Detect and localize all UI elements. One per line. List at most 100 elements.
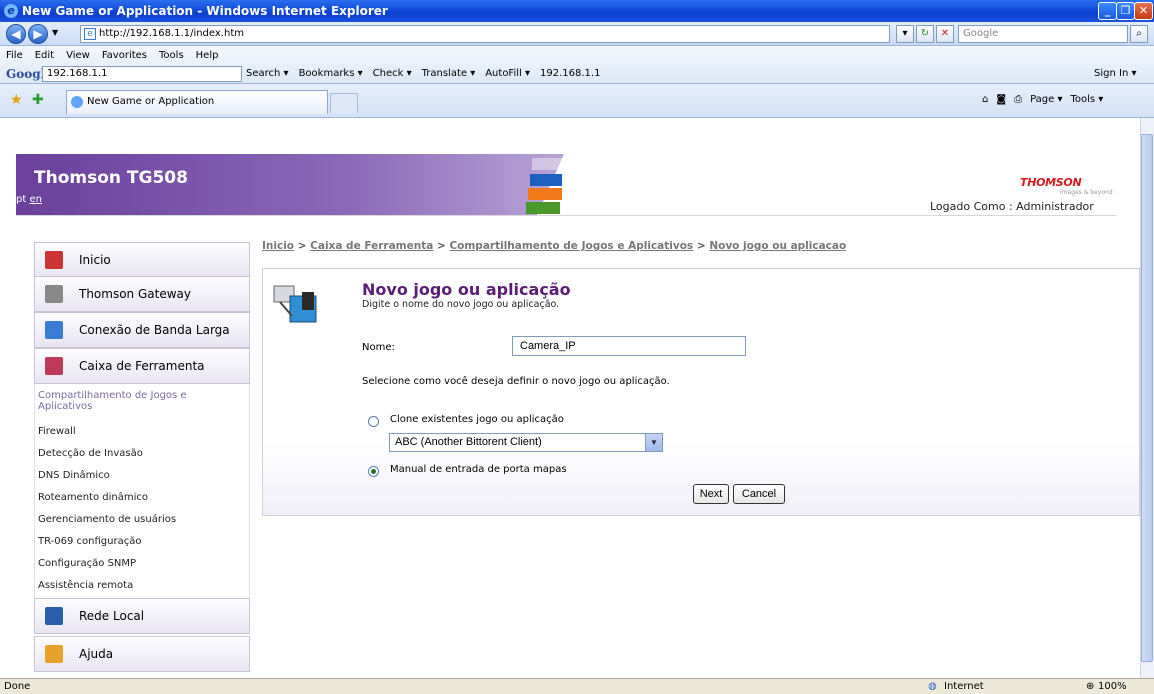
define-question: Selecione como você deseja definir o nov…	[362, 376, 670, 387]
home-icon[interactable]: ⌂	[982, 94, 988, 105]
forward-button[interactable]: ▶	[28, 24, 48, 44]
sidebar-item-rede-local[interactable]: Rede Local	[34, 598, 250, 634]
menu-favorites[interactable]: Favorites	[102, 50, 147, 61]
ie-logo-icon: e	[4, 4, 18, 18]
breadcrumb-sharing[interactable]: Compartilhamento de Jogos e Aplicativos	[449, 240, 693, 252]
ie-page-icon	[71, 96, 83, 108]
google-translate-button[interactable]: Translate ▾	[422, 68, 476, 79]
close-button[interactable]: ✕	[1134, 2, 1153, 20]
menu-edit[interactable]: Edit	[35, 50, 54, 61]
zoom-icon: ⊕	[1086, 681, 1095, 692]
gateway-icon	[45, 285, 63, 303]
lang-en-link[interactable]: en	[29, 194, 42, 205]
sidebar-item-ajuda[interactable]: Ajuda	[34, 636, 250, 672]
manual-radio[interactable]	[368, 466, 379, 477]
page-subtitle: Digite o nome do novo jogo ou aplicação.	[362, 299, 560, 310]
command-bar: ⌂ ◙ ⎙ Page ▾ Tools ▾	[982, 94, 1103, 105]
thomson-logo-tagline: images & beyond	[1060, 189, 1113, 196]
sidebar-item-thomson-gateway[interactable]: Thomson Gateway	[34, 276, 250, 312]
add-favorite-icon[interactable]: ✚	[32, 92, 44, 108]
sidebar-subitem-tr069[interactable]: TR-069 configuração	[38, 536, 141, 547]
next-button[interactable]: Next	[693, 484, 729, 504]
lang-pt[interactable]: pt	[16, 194, 26, 205]
search-input[interactable]: Google	[958, 25, 1128, 43]
thomson-logo: THOMSON	[1020, 176, 1082, 189]
address-dropdown-icon[interactable]: ▾	[896, 25, 914, 43]
menu-file[interactable]: File	[6, 50, 23, 61]
name-label: Nome:	[362, 342, 395, 353]
sidebar-subitem-dns[interactable]: DNS Dinâmico	[38, 470, 110, 481]
cancel-button[interactable]: Cancel	[733, 484, 785, 504]
sidebar-subitem-roteamento[interactable]: Roteamento dinâmico	[38, 492, 148, 503]
page-icon: e	[84, 28, 96, 40]
google-autofill-button[interactable]: AutoFill ▾	[485, 68, 530, 79]
address-input[interactable]: e http://192.168.1.1/index.htm	[80, 25, 890, 43]
maximize-button[interactable]: ❐	[1116, 2, 1135, 20]
menu-view[interactable]: View	[66, 50, 90, 61]
menu-toolbar: File Edit View Favorites Tools Help Goog…	[0, 46, 1154, 84]
google-search-input[interactable]: 192.168.1.1	[42, 66, 242, 82]
language-switch: pt en	[16, 194, 42, 205]
brand-title: Thomson TG508	[34, 168, 188, 188]
breadcrumb-toolbox[interactable]: Caixa de Ferramenta	[310, 240, 433, 252]
game-application-icon	[273, 285, 317, 323]
google-search-button[interactable]: Search ▾	[246, 68, 289, 79]
sidebar-subitem-jogos[interactable]: Compartilhamento de Jogos e Aplicativos	[38, 390, 238, 412]
menu-tools[interactable]: Tools	[159, 50, 184, 61]
breadcrumb-separator: >	[696, 240, 706, 252]
banner-stripe-4	[526, 202, 560, 214]
sidebar-item-label: Ajuda	[79, 647, 114, 661]
sidebar-subitem-snmp[interactable]: Configuração SNMP	[38, 558, 136, 569]
tools-menu-button[interactable]: Tools ▾	[1070, 94, 1103, 105]
new-tab-button[interactable]	[330, 93, 358, 113]
menu-bar: File Edit View Favorites Tools Help	[6, 50, 218, 61]
page-menu-button[interactable]: Page ▾	[1030, 94, 1062, 105]
recent-pages-icon[interactable]: ▼	[52, 28, 58, 37]
chevron-down-icon[interactable]: ▼	[645, 434, 662, 451]
google-check-button[interactable]: Check ▾	[373, 68, 412, 79]
zoom-level[interactable]: 100%	[1098, 679, 1127, 694]
google-ip-button[interactable]: 192.168.1.1	[540, 68, 600, 79]
sign-in-button[interactable]: Sign In ▾	[1094, 68, 1136, 79]
status-bar: Done ◍ Internet ⊕ 100%	[0, 678, 1154, 694]
print-icon[interactable]: ⎙	[1014, 94, 1022, 105]
page-title: Novo jogo ou aplicação	[362, 280, 571, 299]
breadcrumb-inicio[interactable]: Inicio	[262, 240, 294, 252]
breadcrumb-current[interactable]: Novo jogo ou aplicacao	[709, 240, 846, 252]
sidebar-subitem-usuarios[interactable]: Gerenciamento de usuários	[38, 514, 176, 525]
sidebar-subitem-firewall[interactable]: Firewall	[38, 426, 76, 437]
minimize-button[interactable]: _	[1098, 2, 1117, 20]
search-icon[interactable]: ⌕	[1130, 25, 1148, 43]
window-title-bar: e New Game or Application - Windows Inte…	[0, 0, 1154, 22]
feeds-icon[interactable]: ◙	[996, 94, 1006, 105]
sidebar-item-inicio[interactable]: Inicio	[34, 242, 250, 278]
sidebar-item-label: Inicio	[79, 253, 111, 267]
home-icon	[45, 251, 63, 269]
google-bookmarks-button[interactable]: Bookmarks ▾	[299, 68, 363, 79]
back-button[interactable]: ◀	[6, 24, 26, 44]
clone-select[interactable]: ABC (Another Bittorent Client) ▼	[389, 433, 663, 452]
menu-help[interactable]: Help	[196, 50, 219, 61]
stop-icon[interactable]: ✕	[936, 25, 954, 43]
scrollbar-thumb[interactable]	[1141, 134, 1153, 662]
breadcrumb-separator: >	[436, 240, 446, 252]
sidebar-item-label: Caixa de Ferramenta	[79, 359, 205, 373]
banner-stripe-2	[530, 174, 562, 186]
sidebar-subitem-invasao[interactable]: Detecção de Invasão	[38, 448, 143, 459]
globe-icon: ◍	[928, 681, 937, 692]
logged-in-status: Logado Como : Administrador	[930, 200, 1094, 213]
favorites-star-icon[interactable]: ★	[10, 92, 23, 108]
sidebar-item-banda-larga[interactable]: Conexão de Banda Larga	[34, 312, 250, 348]
sidebar-subitem-assistencia[interactable]: Assistência remota	[38, 580, 133, 591]
sidebar-item-label: Thomson Gateway	[79, 287, 191, 301]
clone-radio[interactable]	[368, 416, 379, 427]
status-text: Done	[4, 681, 31, 692]
sidebar-item-label: Rede Local	[79, 609, 145, 623]
address-url: http://192.168.1.1/index.htm	[99, 28, 244, 39]
sidebar-item-caixa-ferramenta[interactable]: Caixa de Ferramenta	[34, 348, 250, 384]
name-input[interactable]: Camera_IP	[512, 336, 746, 356]
clone-select-value: ABC (Another Bittorent Client)	[395, 436, 542, 448]
page-viewport: Thomson TG508 pt en THOMSON images & bey…	[0, 118, 1140, 678]
refresh-icon[interactable]: ↻	[916, 25, 934, 43]
tab-current[interactable]: New Game or Application	[66, 90, 328, 114]
